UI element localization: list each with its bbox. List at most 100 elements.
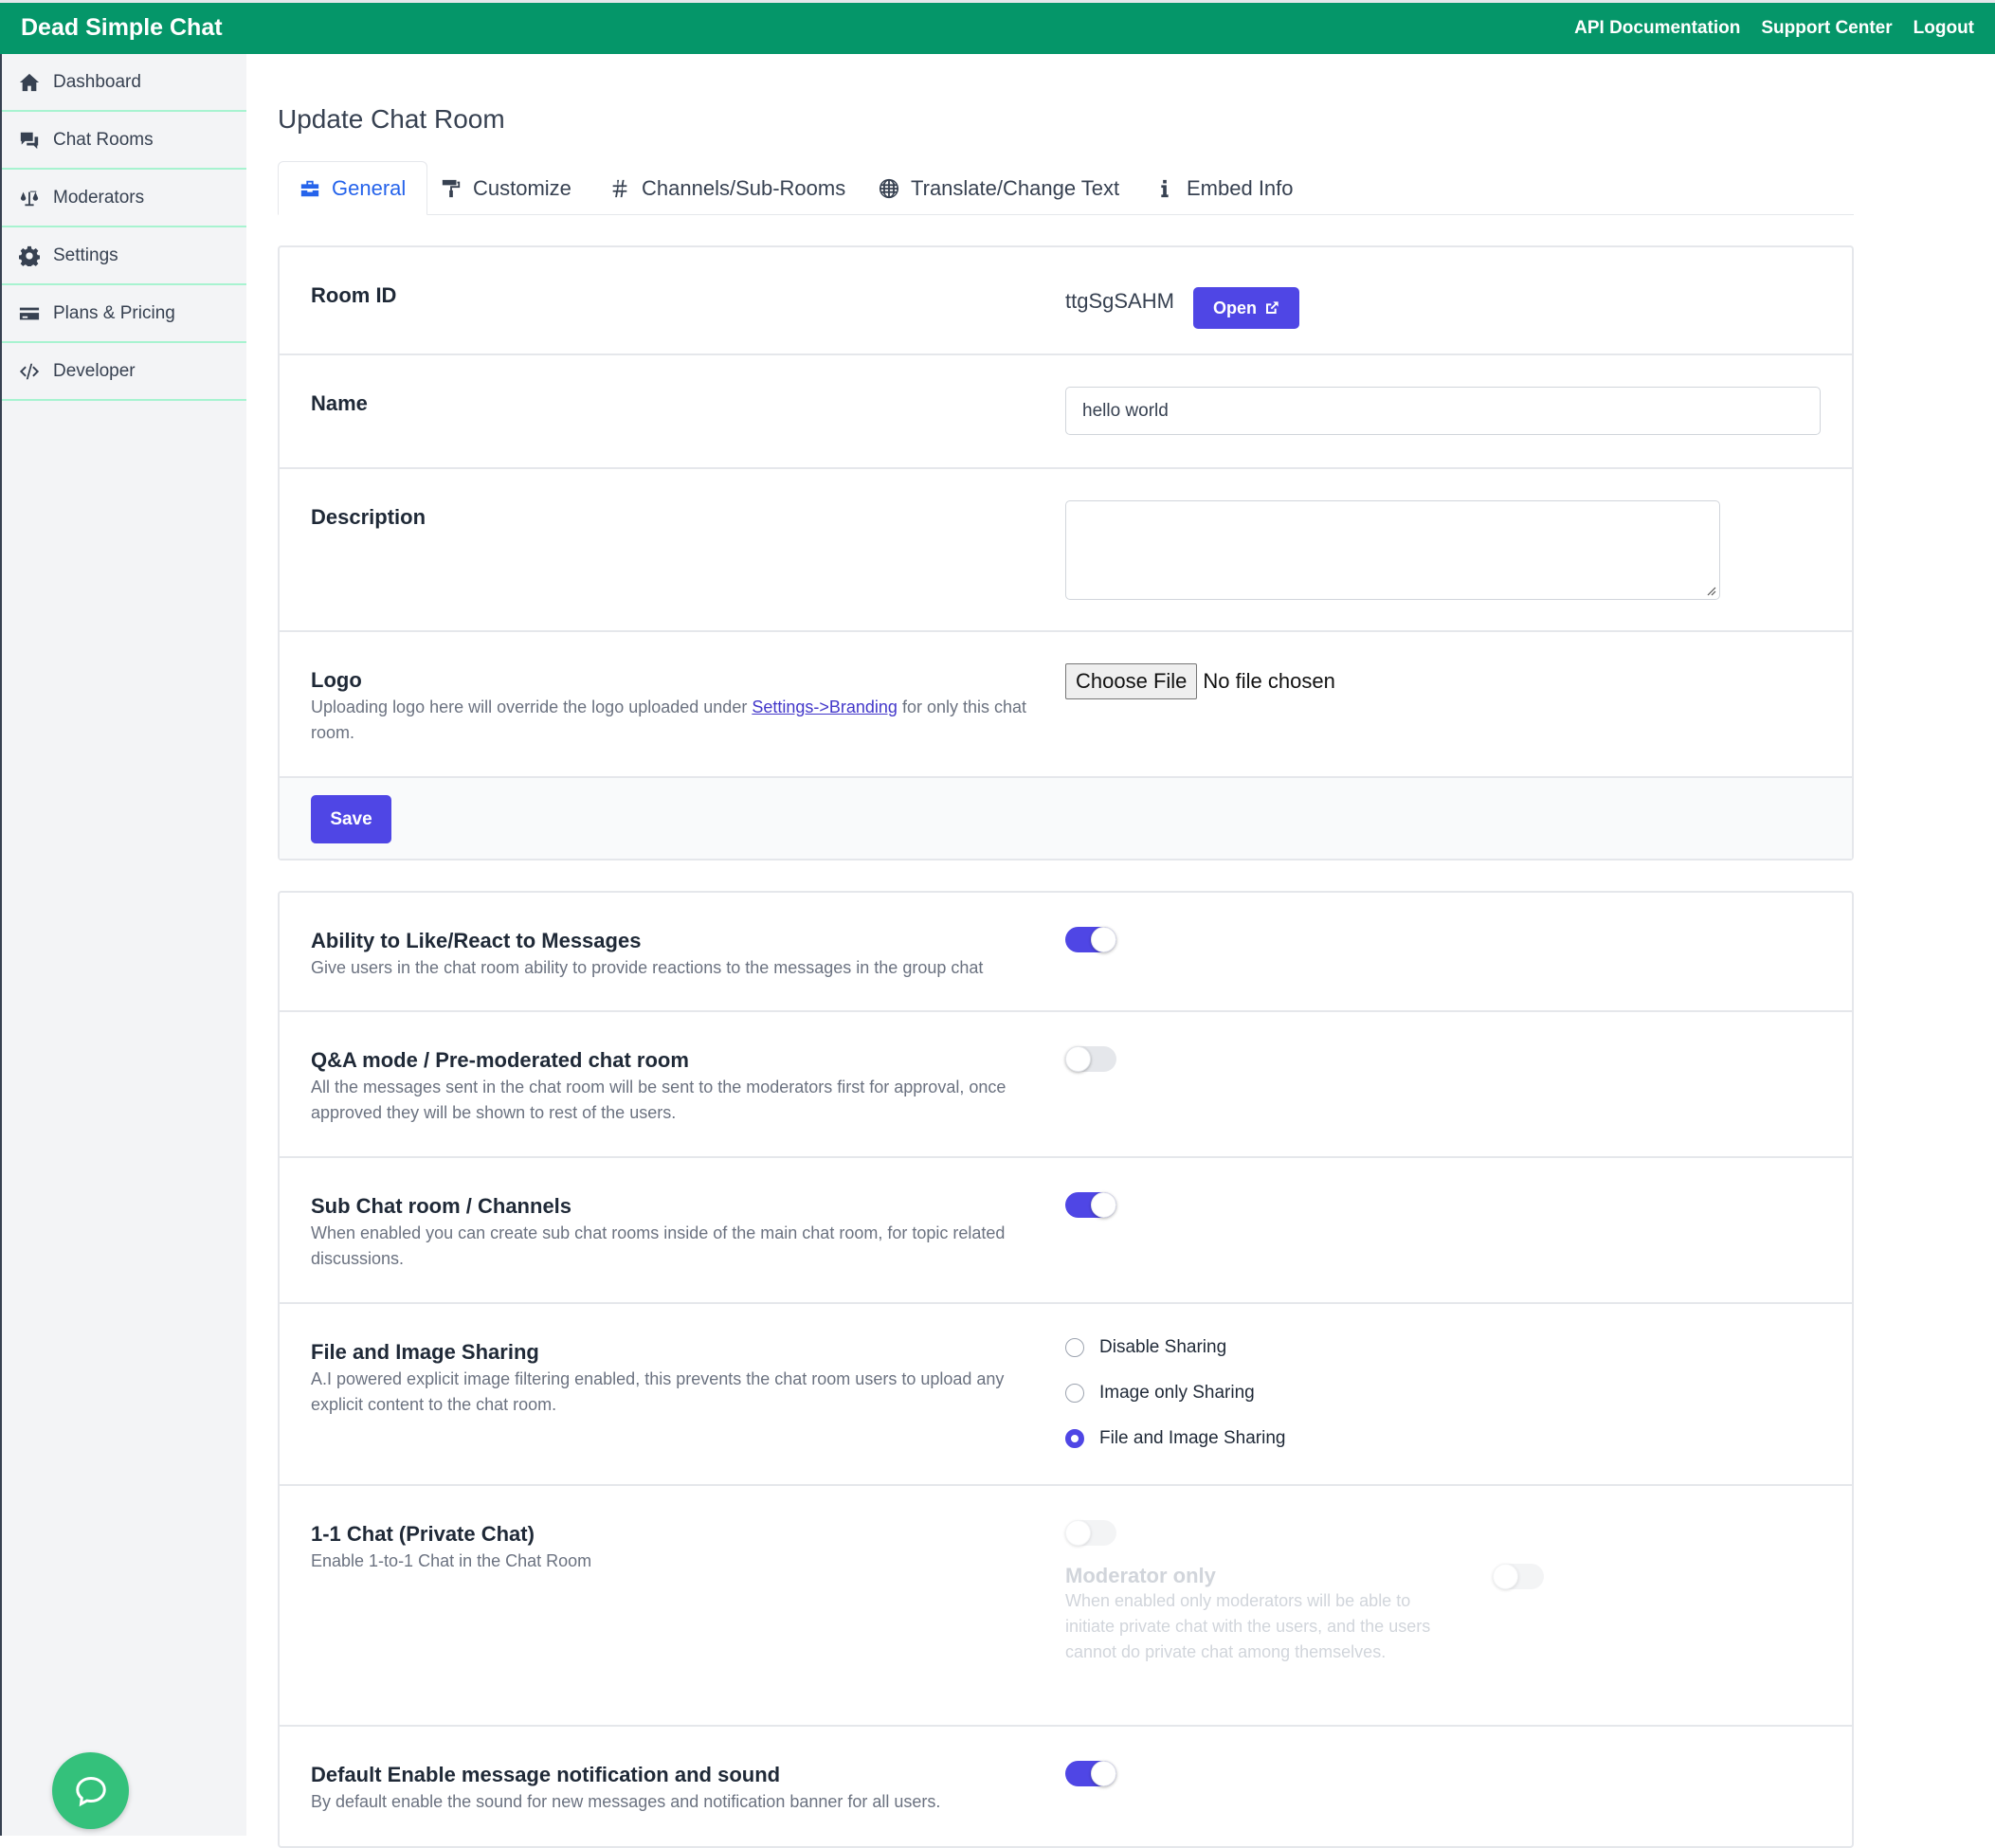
logo-row: Logo Uploading logo here will override t…: [280, 632, 1852, 778]
hashtag-icon: [612, 179, 627, 197]
radio-label: Image only Sharing: [1099, 1383, 1255, 1403]
sidebar-item-label: Moderators: [53, 187, 145, 208]
reactions-title: Ability to Like/React to Messages: [311, 929, 642, 952]
logo-file-picker: Choose File No file chosen: [1065, 663, 1335, 699]
radio-image-only-sharing[interactable]: Image only Sharing: [1065, 1370, 1285, 1416]
radio-button[interactable]: [1065, 1384, 1084, 1403]
logo-desc-text: Uploading logo here will override the lo…: [311, 698, 753, 716]
moderator-only-title: Moderator only: [1065, 1564, 1216, 1587]
support-center-link[interactable]: Support Center: [1761, 18, 1892, 39]
radio-disable-sharing[interactable]: Disable Sharing: [1065, 1325, 1285, 1370]
api-documentation-link[interactable]: API Documentation: [1574, 18, 1740, 39]
notifications-description: By default enable the sound for new mess…: [311, 1792, 941, 1811]
logout-link[interactable]: Logout: [1913, 18, 1974, 39]
moderator-only-toggle[interactable]: [1493, 1564, 1544, 1589]
tab-embed-info[interactable]: Embed Info: [1154, 161, 1294, 215]
home-icon: [19, 73, 40, 91]
info-icon: [1161, 179, 1169, 197]
reactions-description: Give users in the chat room ability to p…: [311, 958, 984, 977]
description-textarea[interactable]: [1065, 500, 1720, 600]
logo-label: Logo: [311, 668, 362, 692]
logo-description: Uploading logo here will override the lo…: [311, 695, 1041, 746]
qa-mode-title: Q&A mode / Pre-moderated chat room: [311, 1048, 689, 1072]
open-room-label: Open: [1212, 298, 1257, 317]
radio-file-and-image-sharing[interactable]: File and Image Sharing: [1065, 1416, 1285, 1461]
toggle-knob: [1091, 1761, 1116, 1786]
tab-label: Channels/Sub-Rooms: [642, 175, 846, 200]
no-file-chosen-text: No file chosen: [1203, 669, 1335, 693]
toggle-knob: [1065, 1520, 1091, 1546]
room-id-value: ttgSgSAHM: [1065, 289, 1174, 313]
brand-logo[interactable]: Dead Simple Chat: [21, 14, 223, 42]
channels-description: When enabled you can create sub chat roo…: [311, 1223, 1006, 1268]
tab-label: General: [332, 175, 407, 200]
page-title: Update Chat Room: [278, 104, 505, 134]
save-row: Save: [280, 778, 1852, 859]
sidebar-item-settings[interactable]: Settings: [2, 227, 246, 285]
radio-button[interactable]: [1065, 1429, 1084, 1448]
tab-bar: General Customize Channels/Sub-Rooms Tra…: [278, 161, 1854, 215]
sidebar-item-plans-pricing[interactable]: Plans & Pricing: [2, 285, 246, 343]
resize-handle-icon: [1707, 587, 1716, 596]
room-id-row: Room ID ttgSgSAHM Open: [280, 247, 1852, 355]
gear-icon: [19, 245, 40, 266]
toolbox-icon: [300, 180, 319, 196]
tab-label: Translate/Change Text: [911, 175, 1120, 200]
radio-label: Disable Sharing: [1099, 1337, 1227, 1357]
top-navbar: Dead Simple Chat API Documentation Suppo…: [0, 0, 1995, 54]
sidebar-item-label: Chat Rooms: [53, 129, 154, 150]
tab-label: Customize: [473, 175, 571, 200]
room-id-label: Room ID: [311, 283, 397, 307]
qa-mode-row: Q&A mode / Pre-moderated chat room All t…: [280, 1012, 1852, 1158]
toggle-knob: [1065, 1046, 1091, 1072]
file-sharing-description: A.I powered explicit image filtering ena…: [311, 1369, 1005, 1414]
private-chat-description: Enable 1-to-1 Chat in the Chat Room: [311, 1551, 592, 1570]
radio-button[interactable]: [1065, 1338, 1084, 1357]
reactions-row: Ability to Like/React to Messages Give u…: [280, 893, 1852, 1012]
reactions-toggle[interactable]: [1065, 927, 1116, 952]
description-label: Description: [311, 505, 426, 529]
save-button[interactable]: Save: [311, 795, 391, 843]
tab-general[interactable]: General: [278, 161, 428, 215]
description-row: Description: [280, 469, 1852, 632]
choose-file-button[interactable]: Choose File: [1065, 663, 1198, 699]
file-sharing-row: File and Image Sharing A.I powered expli…: [280, 1304, 1852, 1486]
sidebar-item-label: Developer: [53, 360, 136, 381]
tab-translate-change-text[interactable]: Translate/Change Text: [879, 161, 1119, 215]
toggle-knob: [1091, 927, 1116, 952]
paint-roller-icon: [442, 179, 461, 197]
tab-channels-sub-rooms[interactable]: Channels/Sub-Rooms: [609, 161, 845, 215]
name-input[interactable]: hello world: [1065, 387, 1821, 435]
moderator-only-group: Moderator only When enabled only moderat…: [1065, 1564, 1435, 1665]
qa-mode-toggle[interactable]: [1065, 1046, 1116, 1072]
top-links: API Documentation Support Center Logout: [1574, 18, 1974, 39]
external-link-icon: [1266, 301, 1279, 314]
private-chat-toggle[interactable]: [1065, 1520, 1116, 1546]
code-icon: [19, 363, 40, 379]
toggle-knob: [1091, 1192, 1116, 1218]
chat-bubble-icon: [75, 1776, 106, 1806]
credit-card-icon: [19, 307, 40, 319]
sharing-radio-group: Disable Sharing Image only Sharing File …: [1065, 1325, 1285, 1461]
sidebar-item-developer[interactable]: Developer: [2, 343, 246, 401]
sidebar: Dashboard Chat Rooms Moderators Settings…: [0, 54, 246, 1836]
private-chat-title: 1-1 Chat (Private Chat): [311, 1522, 535, 1546]
notifications-toggle[interactable]: [1065, 1761, 1116, 1786]
sidebar-item-label: Plans & Pricing: [53, 302, 175, 323]
private-chat-row: 1-1 Chat (Private Chat) Enable 1-to-1 Ch…: [280, 1486, 1852, 1727]
notifications-row: Default Enable message notification and …: [280, 1727, 1852, 1846]
channels-toggle[interactable]: [1065, 1192, 1116, 1218]
channels-row: Sub Chat room / Channels When enabled yo…: [280, 1158, 1852, 1304]
settings-branding-link[interactable]: Settings->Branding: [752, 698, 898, 716]
tab-label: Embed Info: [1187, 175, 1294, 200]
channels-title: Sub Chat room / Channels: [311, 1194, 572, 1218]
toggle-knob: [1493, 1564, 1518, 1589]
sidebar-item-dashboard[interactable]: Dashboard: [2, 54, 246, 112]
room-id-control: ttgSgSAHM Open: [1065, 287, 1299, 329]
open-room-button[interactable]: Open: [1193, 287, 1299, 329]
support-chat-button[interactable]: [52, 1752, 129, 1829]
file-sharing-title: File and Image Sharing: [311, 1340, 539, 1364]
sidebar-item-chat-rooms[interactable]: Chat Rooms: [2, 112, 246, 170]
sidebar-item-moderators[interactable]: Moderators: [2, 170, 246, 227]
tab-customize[interactable]: Customize: [441, 161, 571, 215]
